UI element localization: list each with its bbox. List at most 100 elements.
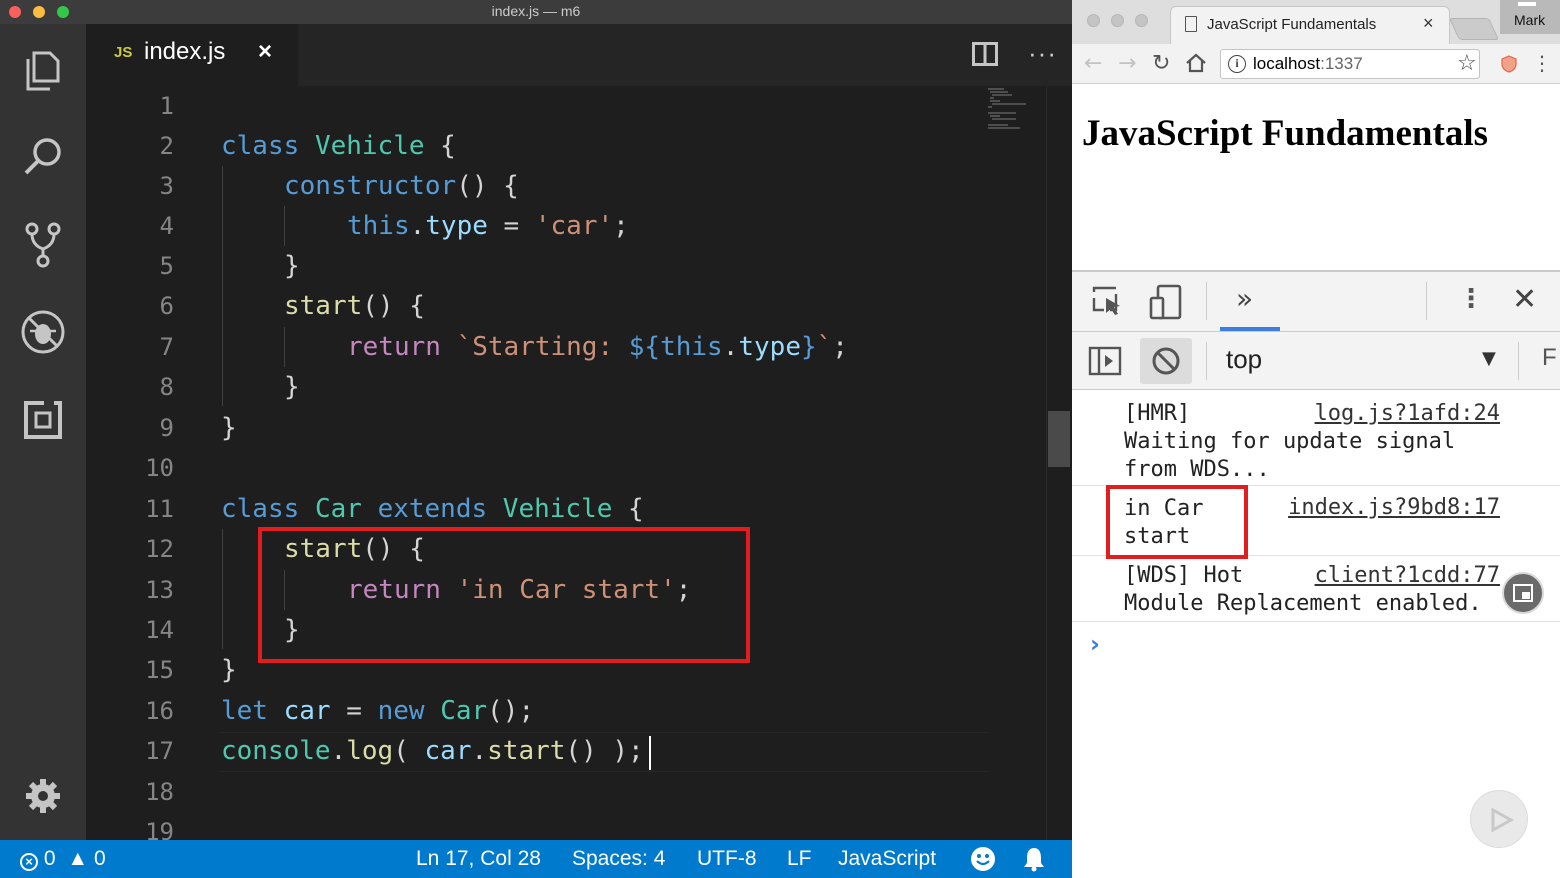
warning-count: 0 (94, 847, 106, 870)
line-number: 14 (145, 616, 174, 644)
line-number: 18 (145, 778, 174, 806)
inspect-element-icon[interactable] (1092, 286, 1124, 322)
console-source-link[interactable]: index.js?9bd8:17 (1288, 494, 1500, 522)
tab-index-js[interactable]: JS index.js × (86, 24, 298, 86)
chrome-minimize-window-button[interactable] (1111, 14, 1124, 27)
file-encoding[interactable]: UTF-8 (697, 847, 757, 871)
console-toolbar: top ▼ F (1072, 332, 1560, 390)
dropdown-arrow-icon[interactable]: ▼ (1482, 348, 1496, 369)
text-cursor (649, 736, 651, 770)
settings-gear-icon[interactable] (15, 768, 71, 824)
profile-menu-icon (1518, 2, 1536, 6)
line-number: 16 (145, 697, 174, 725)
editor-tab-bar: JS index.js × ··· (86, 24, 1072, 86)
problems-indicator[interactable]: × 0 ▲ 0 (20, 847, 106, 871)
reload-icon[interactable]: ↻ (1152, 51, 1170, 76)
chrome-menu-icon[interactable]: ⋮ (1532, 51, 1552, 75)
browser-tab-title: JavaScript Fundamentals (1207, 16, 1377, 33)
forward-arrow-icon[interactable]: → (1118, 51, 1136, 76)
search-icon[interactable] (15, 128, 71, 184)
line-number: 6 (159, 292, 174, 320)
new-tab-button[interactable] (1448, 18, 1500, 40)
indentation-setting[interactable]: Spaces: 4 (572, 847, 665, 871)
scrollbar-thumb[interactable] (1048, 411, 1070, 467)
debug-icon[interactable] (15, 304, 71, 360)
address-bar[interactable]: i localhost:1337 ☆ (1220, 49, 1480, 79)
browser-tab[interactable]: JavaScript Fundamentals × (1170, 6, 1450, 44)
annotation-highlight-box (1106, 485, 1248, 559)
line-number: 7 (159, 333, 174, 361)
url-host: localhost (1253, 54, 1321, 73)
code-line-5: } (284, 251, 300, 281)
toolbar-separator (1206, 282, 1207, 320)
web-page: JavaScript Fundamentals (1072, 84, 1560, 270)
active-tab-indicator (1220, 327, 1280, 331)
line-number: 3 (159, 172, 174, 200)
more-actions-icon[interactable]: ··· (1028, 38, 1057, 69)
toolbar-separator (1426, 282, 1427, 320)
device-toolbar-icon[interactable] (1148, 284, 1184, 324)
scrollbar-track (1046, 86, 1047, 840)
language-mode[interactable]: JavaScript (838, 847, 936, 871)
devtools-panel: » ⋮ ✕ top ▼ F [HMR] Waiting for update s… (1072, 270, 1560, 878)
context-selector[interactable]: top (1226, 344, 1262, 375)
error-count: 0 (43, 847, 56, 870)
line-number: 2 (159, 132, 174, 160)
chrome-tab-strip: JavaScript Fundamentals × Mark (1072, 0, 1560, 44)
console-prompt[interactable]: › (1090, 630, 1100, 658)
code-line-4: this.type = 'car'; (347, 211, 629, 241)
chrome-window: JavaScript Fundamentals × Mark ← → ↻ i l… (1072, 0, 1560, 878)
console-source-link[interactable]: client?1cdd:77 (1315, 562, 1500, 590)
code-line-8: } (284, 372, 300, 402)
chrome-maximize-window-button[interactable] (1135, 14, 1148, 27)
clear-console-button[interactable] (1140, 338, 1192, 384)
window-title: index.js — m6 (491, 3, 581, 19)
chrome-close-window-button[interactable] (1087, 14, 1100, 27)
extension-shield-icon[interactable] (1500, 55, 1518, 73)
tab-close-icon[interactable]: × (258, 38, 272, 66)
split-editor-icon[interactable] (972, 42, 998, 66)
devtools-menu-icon[interactable]: ⋮ (1458, 284, 1484, 314)
browser-toolbar: ← → ↻ i localhost:1337 ☆ ⋮ (1072, 44, 1560, 84)
end-of-line[interactable]: LF (787, 847, 812, 871)
code-line-9: } (221, 413, 237, 443)
indent-guide (284, 327, 285, 367)
feedback-smiley-icon[interactable] (970, 846, 996, 878)
code-line-7: return `Starting: ${this.type}`; (347, 332, 848, 362)
toolbar-separator (1518, 342, 1519, 380)
console-message: [HMR] Waiting for update signal from WDS… (1072, 390, 1560, 486)
close-devtools-icon[interactable]: ✕ (1512, 282, 1537, 317)
filter-input[interactable]: F (1542, 344, 1557, 372)
code-editor[interactable]: 1 2 3 4 5 6 7 8 9 10 11 12 13 14 15 16 1… (86, 86, 1072, 840)
line-number: 10 (145, 454, 174, 482)
notifications-bell-icon[interactable] (1022, 846, 1046, 878)
source-control-icon[interactable] (15, 216, 71, 272)
page-document-icon (1185, 16, 1197, 32)
extensions-icon[interactable] (15, 392, 71, 448)
line-number: 1 (159, 92, 174, 120)
bookmark-star-icon[interactable]: ☆ (1457, 51, 1477, 76)
code-line-11: class Car extends Vehicle { (221, 494, 644, 524)
home-icon[interactable] (1185, 53, 1207, 79)
cursor-position[interactable]: Ln 17, Col 28 (416, 847, 541, 871)
tab-label: index.js (144, 38, 226, 65)
vscode-titlebar: index.js — m6 (0, 0, 1072, 24)
explorer-icon[interactable] (15, 42, 71, 98)
annotation-highlight-box (258, 527, 750, 663)
play-icon[interactable] (1470, 790, 1528, 848)
console-source-link[interactable]: log.js?1afd:24 (1315, 400, 1500, 428)
profile-button[interactable]: Mark (1500, 0, 1560, 34)
line-number: 12 (145, 535, 174, 563)
minimap[interactable] (986, 86, 1046, 136)
show-sidebar-icon[interactable] (1088, 346, 1122, 380)
site-info-icon[interactable]: i (1228, 55, 1246, 73)
code-line-6: start() { (284, 291, 425, 321)
back-arrow-icon[interactable]: ← (1084, 51, 1102, 76)
more-tabs-chevron-icon[interactable]: » (1236, 282, 1253, 315)
picture-in-picture-icon[interactable] (1502, 572, 1544, 614)
devtools-toolbar: » ⋮ ✕ (1072, 272, 1560, 332)
code-line-2: class Vehicle { (221, 131, 456, 161)
line-number: 9 (159, 414, 174, 442)
console-message: [WDS] Hot Module Replacement enabled. cl… (1072, 556, 1560, 622)
browser-tab-close-icon[interactable]: × (1423, 13, 1434, 34)
